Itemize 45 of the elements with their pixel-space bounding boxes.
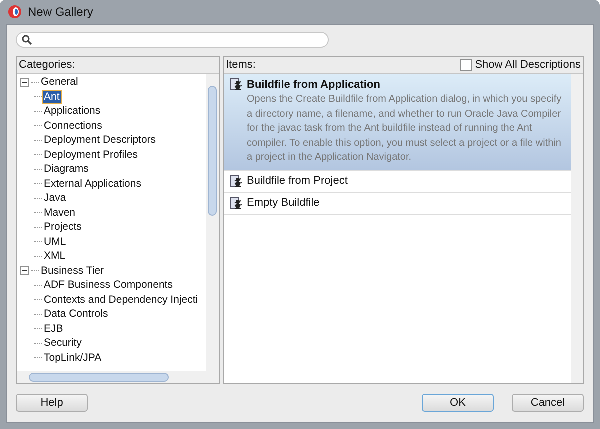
tree-item[interactable]: XML — [43, 250, 67, 262]
gallery-item[interactable]: Buildfile from Project — [224, 170, 571, 192]
item-title: Empty Buildfile — [247, 197, 320, 209]
tree-item[interactable]: Business Tier — [40, 264, 106, 277]
app-logo-icon — [8, 5, 22, 19]
tree-item[interactable]: TopLink/JPA — [43, 352, 103, 364]
items-label: Items: — [226, 59, 256, 71]
tree-item[interactable]: External Applications — [43, 178, 142, 190]
tree-item[interactable]: Data Controls — [43, 308, 110, 320]
tree-item[interactable]: EJB — [43, 322, 64, 335]
collapse-icon[interactable] — [20, 266, 29, 276]
tree-item[interactable]: General — [40, 76, 80, 88]
cancel-button[interactable]: Cancel — [512, 394, 584, 412]
categories-label: Categories: — [19, 59, 76, 71]
help-button[interactable]: Help — [16, 394, 88, 412]
ant-file-icon — [230, 196, 242, 210]
search-field[interactable] — [16, 32, 329, 48]
tree-item[interactable]: Security — [43, 337, 83, 350]
tree-item[interactable]: UML — [43, 236, 68, 248]
tree-item[interactable]: Projects — [43, 221, 83, 234]
horizontal-scrollbar[interactable] — [17, 371, 219, 383]
vertical-scrollbar[interactable] — [206, 74, 219, 371]
tree-item[interactable]: Ant — [43, 90, 61, 103]
collapse-icon[interactable] — [20, 78, 29, 87]
tree-item[interactable]: Java — [43, 192, 68, 204]
tree-item[interactable]: Connections — [43, 120, 104, 132]
item-title: Buildfile from Application — [247, 78, 380, 90]
tree-item[interactable]: Contexts and Dependency Injecti — [43, 294, 200, 306]
tree-item[interactable]: Applications — [43, 105, 102, 118]
show-descriptions-checkbox[interactable]: Show All Descriptions — [460, 59, 581, 71]
tree-item[interactable]: Deployment Profiles — [43, 148, 139, 161]
ant-file-icon — [230, 174, 242, 188]
gallery-item[interactable] — [224, 74, 571, 170]
window-title: New Gallery — [28, 5, 94, 19]
tree-item[interactable]: Deployment Descriptors — [43, 134, 158, 146]
gallery-item[interactable]: Empty Buildfile — [224, 192, 571, 214]
tree-item[interactable]: Maven — [43, 206, 77, 219]
ant-file-icon — [230, 78, 242, 91]
ok-button[interactable]: OK — [422, 394, 494, 412]
tree-item[interactable]: Diagrams — [43, 163, 90, 176]
search-icon — [22, 35, 32, 45]
item-description: Opens the Create Buildfile from Application dialog, in which you specify a directory name, a filename, and whether to run Oracle Java Compiler for the javac task from the Ant buildfile instead of running the Ant compiler. To enable this option, you must select a project or a file within a project in the Application Navigator. — [246, 93, 563, 165]
tree-item[interactable]: ADF Business Components — [43, 279, 174, 292]
item-title: Buildfile from Project — [247, 175, 348, 187]
vertical-scrollbar[interactable] — [571, 74, 583, 383]
